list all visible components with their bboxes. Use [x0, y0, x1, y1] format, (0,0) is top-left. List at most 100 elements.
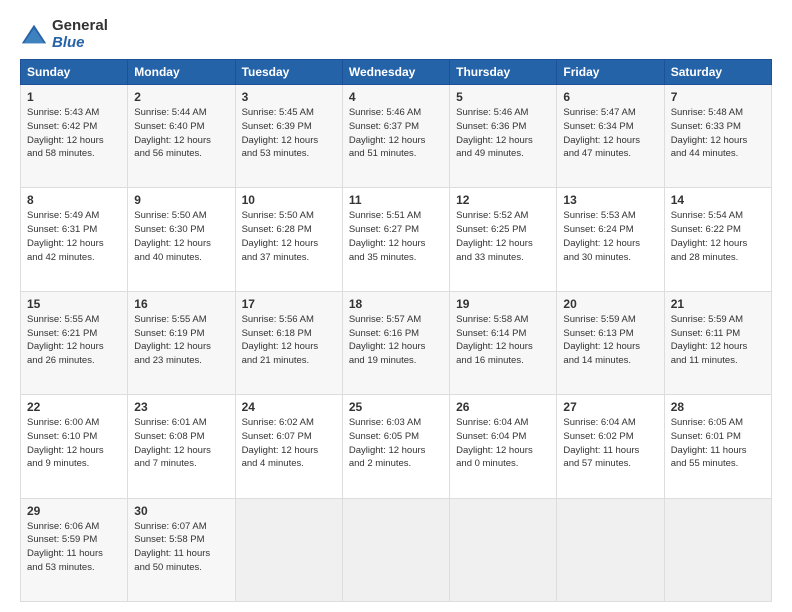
cell-line: Sunrise: 5:51 AM [349, 209, 443, 223]
cell-line: Sunset: 6:19 PM [134, 327, 228, 341]
day-number: 12 [456, 193, 550, 207]
cell-line: Sunrise: 5:52 AM [456, 209, 550, 223]
calendar-cell: 15Sunrise: 5:55 AMSunset: 6:21 PMDayligh… [21, 291, 128, 394]
cell-info: Sunrise: 5:51 AMSunset: 6:27 PMDaylight:… [349, 209, 443, 264]
calendar-cell: 27Sunrise: 6:04 AMSunset: 6:02 PMDayligh… [557, 395, 664, 498]
cell-line: Daylight: 12 hours [134, 444, 228, 458]
calendar-cell: 2Sunrise: 5:44 AMSunset: 6:40 PMDaylight… [128, 85, 235, 188]
cell-line: and 57 minutes. [563, 457, 657, 471]
cell-line: Sunrise: 5:55 AM [134, 313, 228, 327]
day-number: 26 [456, 400, 550, 414]
day-number: 17 [242, 297, 336, 311]
day-number: 14 [671, 193, 765, 207]
cell-info: Sunrise: 6:04 AMSunset: 6:04 PMDaylight:… [456, 416, 550, 471]
cell-line: Daylight: 12 hours [671, 134, 765, 148]
cell-line: Sunrise: 5:58 AM [456, 313, 550, 327]
day-number: 22 [27, 400, 121, 414]
cell-line: Sunset: 6:27 PM [349, 223, 443, 237]
cell-line: Sunrise: 5:54 AM [671, 209, 765, 223]
cell-line: and 47 minutes. [563, 147, 657, 161]
day-number: 16 [134, 297, 228, 311]
logo-blue: Blue [52, 34, 85, 51]
cell-line: Sunset: 6:01 PM [671, 430, 765, 444]
cell-line: Sunrise: 5:43 AM [27, 106, 121, 120]
cell-line: Sunset: 6:13 PM [563, 327, 657, 341]
logo-general: General [52, 17, 108, 34]
day-number: 1 [27, 90, 121, 104]
calendar-cell: 13Sunrise: 5:53 AMSunset: 6:24 PMDayligh… [557, 188, 664, 291]
col-header-saturday: Saturday [664, 60, 771, 85]
logo: General Blue [20, 18, 108, 51]
cell-line: and 4 minutes. [242, 457, 336, 471]
cell-line: Daylight: 12 hours [27, 237, 121, 251]
cell-info: Sunrise: 5:59 AMSunset: 6:13 PMDaylight:… [563, 313, 657, 368]
day-number: 29 [27, 504, 121, 518]
calendar-cell: 3Sunrise: 5:45 AMSunset: 6:39 PMDaylight… [235, 85, 342, 188]
day-number: 27 [563, 400, 657, 414]
calendar-cell: 25Sunrise: 6:03 AMSunset: 6:05 PMDayligh… [342, 395, 449, 498]
cell-line: Sunrise: 6:00 AM [27, 416, 121, 430]
calendar-cell: 18Sunrise: 5:57 AMSunset: 6:16 PMDayligh… [342, 291, 449, 394]
cell-line: Sunrise: 5:46 AM [349, 106, 443, 120]
cell-info: Sunrise: 5:50 AMSunset: 6:30 PMDaylight:… [134, 209, 228, 264]
day-number: 9 [134, 193, 228, 207]
cell-info: Sunrise: 5:50 AMSunset: 6:28 PMDaylight:… [242, 209, 336, 264]
cell-line: Daylight: 12 hours [456, 134, 550, 148]
cell-line: Sunset: 6:14 PM [456, 327, 550, 341]
cell-line: and 16 minutes. [456, 354, 550, 368]
calendar-cell: 5Sunrise: 5:46 AMSunset: 6:36 PMDaylight… [450, 85, 557, 188]
cell-line: Sunset: 6:16 PM [349, 327, 443, 341]
cell-info: Sunrise: 5:57 AMSunset: 6:16 PMDaylight:… [349, 313, 443, 368]
cell-line: Sunset: 6:30 PM [134, 223, 228, 237]
cell-line: and 53 minutes. [242, 147, 336, 161]
cell-line: Sunrise: 5:59 AM [563, 313, 657, 327]
calendar-cell: 17Sunrise: 5:56 AMSunset: 6:18 PMDayligh… [235, 291, 342, 394]
cell-line: Sunrise: 5:48 AM [671, 106, 765, 120]
day-number: 6 [563, 90, 657, 104]
cell-line: Daylight: 12 hours [456, 237, 550, 251]
calendar-cell: 19Sunrise: 5:58 AMSunset: 6:14 PMDayligh… [450, 291, 557, 394]
col-header-monday: Monday [128, 60, 235, 85]
cell-line: Sunset: 6:33 PM [671, 120, 765, 134]
cell-line: Daylight: 12 hours [671, 340, 765, 354]
calendar-cell: 7Sunrise: 5:48 AMSunset: 6:33 PMDaylight… [664, 85, 771, 188]
cell-line: Sunset: 6:24 PM [563, 223, 657, 237]
cell-line: Sunset: 6:21 PM [27, 327, 121, 341]
cell-line: Sunset: 6:37 PM [349, 120, 443, 134]
cell-line: Daylight: 12 hours [671, 237, 765, 251]
cell-line: Sunset: 6:05 PM [349, 430, 443, 444]
cell-line: and 9 minutes. [27, 457, 121, 471]
cell-line: Daylight: 12 hours [27, 340, 121, 354]
col-header-sunday: Sunday [21, 60, 128, 85]
calendar-cell [342, 498, 449, 601]
cell-info: Sunrise: 5:58 AMSunset: 6:14 PMDaylight:… [456, 313, 550, 368]
cell-line: Daylight: 12 hours [563, 340, 657, 354]
cell-line: Daylight: 11 hours [671, 444, 765, 458]
cell-line: and 35 minutes. [349, 251, 443, 265]
calendar-table: SundayMondayTuesdayWednesdayThursdayFrid… [20, 59, 772, 602]
day-number: 15 [27, 297, 121, 311]
cell-line: Daylight: 11 hours [563, 444, 657, 458]
cell-info: Sunrise: 6:05 AMSunset: 6:01 PMDaylight:… [671, 416, 765, 471]
cell-line: Daylight: 12 hours [456, 444, 550, 458]
cell-info: Sunrise: 5:45 AMSunset: 6:39 PMDaylight:… [242, 106, 336, 161]
calendar-cell: 4Sunrise: 5:46 AMSunset: 6:37 PMDaylight… [342, 85, 449, 188]
cell-line: and 21 minutes. [242, 354, 336, 368]
cell-line: Sunset: 6:22 PM [671, 223, 765, 237]
calendar-cell: 16Sunrise: 5:55 AMSunset: 6:19 PMDayligh… [128, 291, 235, 394]
cell-line: Sunrise: 5:44 AM [134, 106, 228, 120]
calendar-cell: 21Sunrise: 5:59 AMSunset: 6:11 PMDayligh… [664, 291, 771, 394]
cell-line: Daylight: 11 hours [134, 547, 228, 561]
cell-info: Sunrise: 5:47 AMSunset: 6:34 PMDaylight:… [563, 106, 657, 161]
cell-info: Sunrise: 5:48 AMSunset: 6:33 PMDaylight:… [671, 106, 765, 161]
cell-line: and 50 minutes. [134, 561, 228, 575]
cell-info: Sunrise: 6:03 AMSunset: 6:05 PMDaylight:… [349, 416, 443, 471]
cell-line: Sunrise: 5:45 AM [242, 106, 336, 120]
day-number: 21 [671, 297, 765, 311]
calendar-cell: 22Sunrise: 6:00 AMSunset: 6:10 PMDayligh… [21, 395, 128, 498]
cell-line: and 53 minutes. [27, 561, 121, 575]
cell-line: Sunset: 6:40 PM [134, 120, 228, 134]
day-number: 5 [456, 90, 550, 104]
cell-line: and 49 minutes. [456, 147, 550, 161]
cell-line: Daylight: 12 hours [349, 134, 443, 148]
